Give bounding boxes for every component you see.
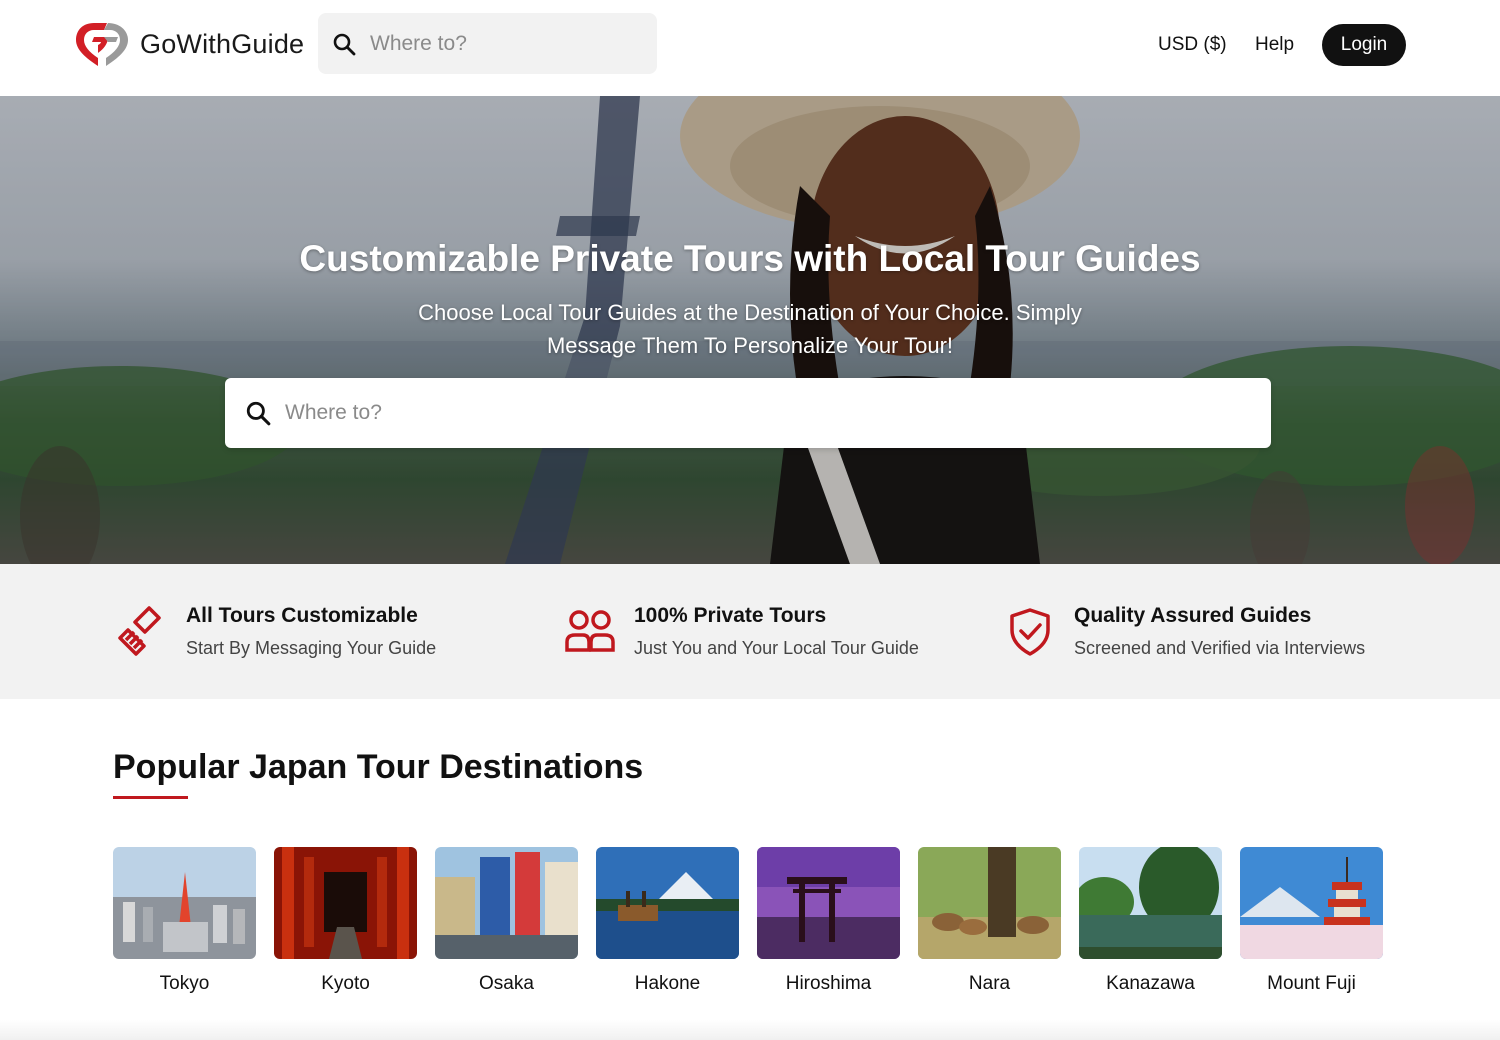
currency-selector[interactable]: USD ($) xyxy=(1158,34,1227,56)
destination-card-mount-fuji[interactable]: Mount Fuji xyxy=(1240,847,1383,995)
feature-customizable: All Tours Customizable Start By Messagin… xyxy=(116,604,436,659)
brand-name: GoWithGuide xyxy=(140,28,305,59)
destination-name: Osaka xyxy=(479,973,534,994)
hero-subtitle: Choose Local Tour Guides at the Destinat… xyxy=(418,300,1082,358)
brand-logo[interactable]: GoWithGuide xyxy=(74,20,304,68)
destination-name: Kyoto xyxy=(321,973,370,994)
feature-desc: Just You and Your Local Tour Guide xyxy=(634,638,919,658)
destination-image xyxy=(596,847,739,959)
destination-image xyxy=(435,847,578,959)
feature-desc: Start By Messaging Your Guide xyxy=(186,638,437,658)
paintbrush-icon xyxy=(118,606,161,656)
destination-image xyxy=(918,847,1061,959)
search-icon xyxy=(246,401,271,426)
feature-private: 100% Private Tours Just You and Your Loc… xyxy=(564,604,919,659)
site-header: GoWithGuide USD ($) Help Login xyxy=(0,0,1500,96)
destination-card-kanazawa[interactable]: Kanazawa xyxy=(1079,847,1222,995)
destination-image xyxy=(1240,847,1383,959)
feature-title: All Tours Customizable xyxy=(186,604,418,627)
header-search-box[interactable] xyxy=(318,13,657,74)
destination-card-hiroshima[interactable]: Hiroshima xyxy=(757,847,900,995)
destination-name: Hiroshima xyxy=(785,973,872,994)
feature-quality: Quality Assured Guides Screened and Veri… xyxy=(1004,604,1365,659)
destination-image xyxy=(274,847,417,959)
features-strip: All Tours Customizable Start By Messagin… xyxy=(0,564,1500,699)
destination-image xyxy=(1079,847,1222,959)
page-bottom-shadow xyxy=(0,1020,1500,1040)
header-search-input[interactable] xyxy=(370,31,640,56)
feature-title: Quality Assured Guides xyxy=(1074,604,1312,627)
section-title-underline xyxy=(113,796,188,799)
destination-name: Hakone xyxy=(634,973,701,994)
destination-image xyxy=(757,847,900,959)
feature-desc: Screened and Verified via Interviews xyxy=(1074,638,1366,658)
hero-banner: Customizable Private Tours with Local To… xyxy=(0,96,1500,564)
hero-title: Customizable Private Tours with Local To… xyxy=(299,238,1201,279)
feature-title: 100% Private Tours xyxy=(634,604,827,627)
destination-card-tokyo[interactable]: Tokyo xyxy=(113,847,256,995)
destination-name: Kanazawa xyxy=(1106,973,1195,994)
destination-name: Tokyo xyxy=(159,973,210,994)
logo-mark-icon xyxy=(76,23,128,66)
users-icon xyxy=(565,610,615,652)
destination-card-kyoto[interactable]: Kyoto xyxy=(274,847,417,995)
section-title: Popular Japan Tour Destinations xyxy=(113,748,644,786)
destination-image xyxy=(113,847,256,959)
search-icon xyxy=(333,33,356,55)
help-link[interactable]: Help xyxy=(1255,34,1294,56)
destination-card-hakone[interactable]: Hakone xyxy=(596,847,739,995)
login-button[interactable]: Login xyxy=(1322,24,1406,66)
shield-check-icon xyxy=(1010,608,1050,656)
hero-search-input[interactable] xyxy=(285,401,1235,425)
destination-name: Mount Fuji xyxy=(1267,973,1356,994)
destination-card-nara[interactable]: Nara xyxy=(918,847,1061,995)
destination-name: Nara xyxy=(968,973,1011,994)
destination-card-osaka[interactable]: Osaka xyxy=(435,847,578,995)
hero-search-box[interactable] xyxy=(225,378,1271,448)
